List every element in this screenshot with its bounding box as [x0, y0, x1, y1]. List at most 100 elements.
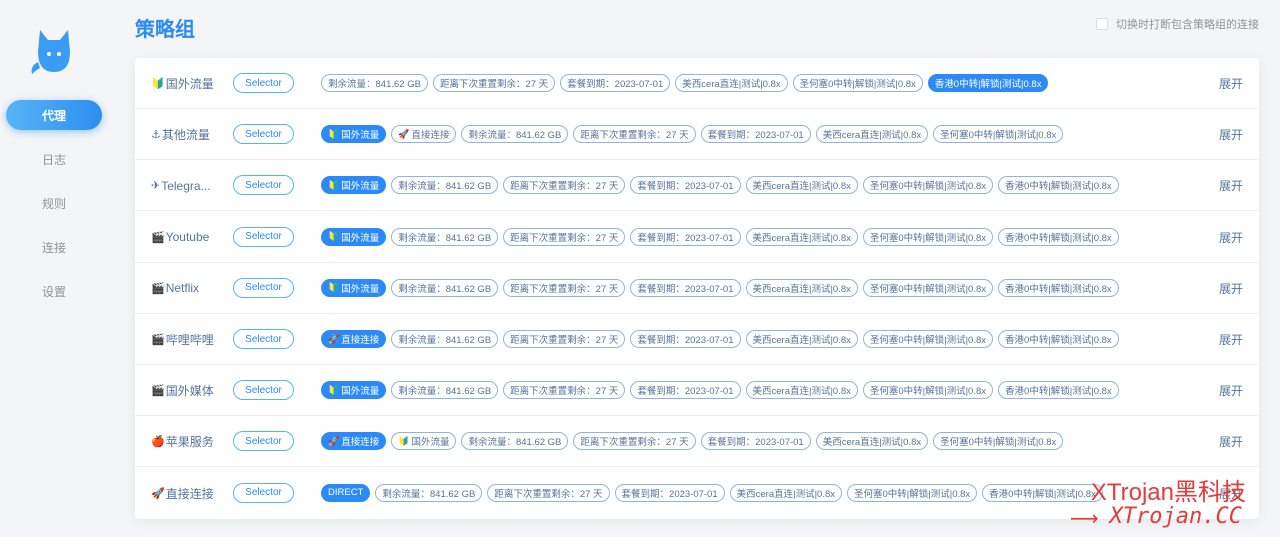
proxy-chip[interactable]: 剩余流量：841.62 GB [461, 432, 569, 451]
sidebar-item-3[interactable]: 连接 [6, 232, 102, 262]
proxy-chip[interactable]: 香港0中转|解锁|测试|0.8x [998, 381, 1119, 400]
expand-button[interactable]: 展开 [1219, 416, 1243, 467]
expand-button[interactable]: 展开 [1219, 109, 1243, 160]
proxy-chip-label: 直接连接 [341, 335, 380, 346]
proxy-chip[interactable]: 套餐到期：2023-07-01 [700, 432, 811, 451]
proxy-chip[interactable]: 距离下次重置剩余：27 天 [503, 381, 626, 400]
proxy-chip[interactable]: 香港0中转|解锁|测试|0.8x [998, 227, 1119, 246]
proxy-chip[interactable]: 香港0中转|解锁|测试|0.8x [998, 278, 1119, 297]
proxy-chip-label: 圣何塞0中转|解锁|测试|0.8x [854, 488, 971, 500]
proxy-chip[interactable]: 美西cera直连|测试|0.8x [729, 483, 843, 502]
proxy-chip[interactable]: 距离下次重置剩余：27 天 [573, 432, 696, 451]
proxy-chip-label: 剩余流量：841.62 GB [468, 130, 562, 142]
proxy-chip[interactable]: 香港0中转|解锁|测试|0.8x [998, 176, 1119, 195]
proxy-chip[interactable]: 套餐到期：2023-07-01 [630, 176, 741, 195]
proxy-chip[interactable]: 套餐到期：2023-07-01 [630, 381, 741, 400]
group-emoji-icon: ✈ [151, 180, 161, 193]
proxy-chip[interactable]: 套餐到期：2023-07-01 [560, 74, 671, 92]
sidebar-item-1[interactable]: 日志 [6, 144, 102, 174]
proxy-chip[interactable]: 圣何塞0中转|解锁|测试|0.8x [847, 483, 978, 502]
proxy-chip[interactable]: 圣何塞0中转|解锁|测试|0.8x [862, 176, 994, 195]
proxy-chip-label: DIRECT [328, 487, 364, 499]
proxy-chip[interactable]: 美西cera直连|测试|0.8x [745, 227, 858, 246]
proxy-chip[interactable]: 距离下次重置剩余：27 天 [432, 74, 556, 92]
proxy-chip[interactable]: 美西cera直连|测试|0.8x [745, 176, 858, 195]
proxy-chip-label: 圣何塞0中转|解锁|测试|0.8x [869, 181, 987, 193]
expand-button[interactable]: 展开 [1219, 365, 1243, 416]
proxy-chip[interactable]: 剩余流量：841.62 GB [391, 227, 499, 246]
proxy-chip[interactable]: 圣何塞0中转|解锁|测试|0.8x [862, 381, 994, 400]
proxy-chip-label: 剩余流量：841.62 GB [398, 386, 492, 398]
sidebar-item-4[interactable]: 设置 [6, 276, 102, 306]
proxy-chip[interactable]: 距离下次重置剩余：27 天 [503, 278, 626, 297]
proxy-chip[interactable]: 距离下次重置剩余：27 天 [503, 330, 626, 348]
proxy-chip[interactable]: 🔰 国外流量 [321, 227, 387, 246]
proxy-chip-label: 圣何塞0中转|解锁|测试|0.8x [869, 232, 987, 244]
group-name: 🎬 哔哩哔哩 [151, 314, 235, 365]
proxy-chip[interactable]: 套餐到期：2023-07-01 [630, 227, 741, 246]
proxy-chip[interactable]: 距离下次重置剩余：27 天 [487, 483, 610, 502]
proxy-chip[interactable]: 套餐到期：2023-07-01 [630, 278, 741, 297]
proxy-chip[interactable]: 距离下次重置剩余：27 天 [503, 227, 626, 246]
proxy-chip[interactable]: 剩余流量：841.62 GB [375, 483, 483, 502]
proxy-chip[interactable]: 🚀 直接连接 [321, 432, 387, 451]
proxy-chip[interactable]: 套餐到期：2023-07-01 [630, 330, 741, 348]
proxy-chip[interactable]: 🔰 国外流量 [391, 432, 457, 451]
proxy-chip[interactable]: 美西cera直连|测试|0.8x [815, 432, 929, 451]
sidebar-item-2[interactable]: 规则 [6, 188, 102, 218]
interrupt-connections-option[interactable]: 切换时打断包含策略组的连接 [1096, 16, 1259, 32]
expand-button[interactable]: 展开 [1219, 314, 1243, 365]
proxy-chip[interactable]: 🚀 直接连接 [391, 125, 457, 144]
proxy-chip[interactable]: 剩余流量：841.62 GB [391, 278, 499, 297]
proxy-chip[interactable]: 套餐到期：2023-07-01 [614, 483, 725, 502]
group-type-badge: Selector [233, 277, 294, 298]
proxy-chip[interactable]: 香港0中转|解锁|测试|0.8x [998, 330, 1119, 348]
proxy-chip[interactable]: 剩余流量：841.62 GB [391, 176, 499, 195]
proxy-chip[interactable]: 圣何塞0中转|解锁|测试|0.8x [792, 74, 923, 92]
group-type-badge: Selector [233, 482, 294, 503]
proxy-groups-panel: 🔰 国外流量 Selector 剩余流量：841.62 GB 距离下次重置剩余：27 天… [135, 58, 1259, 519]
proxy-chip[interactable]: 套餐到期：2023-07-01 [700, 125, 811, 144]
proxy-group-row: 🎬 Youtube Selector 🔰 国外流量 剩余流量：841.62 GB 距离下次重… [135, 212, 1259, 263]
expand-button[interactable]: 展开 [1219, 263, 1243, 314]
proxy-chip[interactable]: 圣何塞0中转|解锁|测试|0.8x [933, 432, 1064, 451]
expand-button[interactable]: 展开 [1219, 160, 1243, 211]
proxy-chip[interactable]: 🔰 国外流量 [321, 381, 387, 400]
proxy-chip-label: 剩余流量：841.62 GB [398, 181, 492, 193]
proxy-chip[interactable]: 美西cera直连|测试|0.8x [745, 330, 858, 348]
sidebar-item-0[interactable]: 代理 [6, 100, 102, 130]
interrupt-connections-checkbox[interactable] [1096, 18, 1108, 30]
proxy-chip[interactable]: 剩余流量：841.62 GB [461, 125, 569, 144]
proxy-chip[interactable]: 香港0中转|解锁|测试|0.8x [927, 74, 1049, 92]
expand-button[interactable]: 展开 [1219, 468, 1243, 519]
proxy-chip[interactable]: 美西cera直连|测试|0.8x [815, 125, 929, 144]
proxy-chip[interactable]: 距离下次重置剩余：27 天 [573, 125, 696, 144]
proxy-chip[interactable]: 剩余流量：841.62 GB [391, 330, 499, 348]
proxy-chip-label: 国外流量 [411, 437, 450, 449]
proxy-chip[interactable]: 剩余流量：841.62 GB [321, 74, 428, 92]
proxy-chip-label: 距离下次重置剩余：27 天 [494, 488, 603, 500]
proxy-chip[interactable]: 圣何塞0中转|解锁|测试|0.8x [862, 330, 994, 348]
proxy-chip-label: 圣何塞0中转|解锁|测试|0.8x [869, 283, 987, 295]
proxy-chip[interactable]: 🔰 国外流量 [321, 125, 387, 144]
proxy-chip-label: 美西cera直连|测试|0.8x [752, 386, 851, 398]
proxy-chip[interactable]: 圣何塞0中转|解锁|测试|0.8x [862, 227, 994, 246]
proxy-chip[interactable]: DIRECT [321, 483, 371, 502]
proxy-chip[interactable]: 🔰 国外流量 [321, 278, 387, 297]
proxy-chip[interactable]: 圣何塞0中转|解锁|测试|0.8x [862, 278, 994, 297]
proxy-chip[interactable]: 距离下次重置剩余：27 天 [503, 176, 626, 195]
proxy-chip-label: 套餐到期：2023-07-01 [567, 79, 664, 90]
proxy-chip[interactable]: 剩余流量：841.62 GB [391, 381, 499, 400]
proxy-group-row: 🚀 直接连接 Selector DIRECT 剩余流量：841.62 GB 距离下次重置剩… [135, 468, 1259, 519]
proxy-chip[interactable]: 🚀 直接连接 [321, 330, 387, 348]
proxy-chip-icon: 🚀 [328, 435, 340, 446]
proxy-chip-label: 香港0中转|解锁|测试|0.8x [1005, 335, 1112, 346]
proxy-chip[interactable]: 美西cera直连|测试|0.8x [745, 381, 858, 400]
proxy-chip[interactable]: 香港0中转|解锁|测试|0.8x [982, 483, 1103, 502]
proxy-chip[interactable]: 美西cera直连|测试|0.8x [675, 74, 788, 92]
proxy-chip[interactable]: 美西cera直连|测试|0.8x [745, 278, 858, 297]
expand-button[interactable]: 展开 [1219, 212, 1243, 263]
proxy-chip[interactable]: 🔰 国外流量 [321, 176, 387, 195]
proxy-chip[interactable]: 圣何塞0中转|解锁|测试|0.8x [933, 125, 1064, 144]
expand-button[interactable]: 展开 [1219, 58, 1243, 109]
